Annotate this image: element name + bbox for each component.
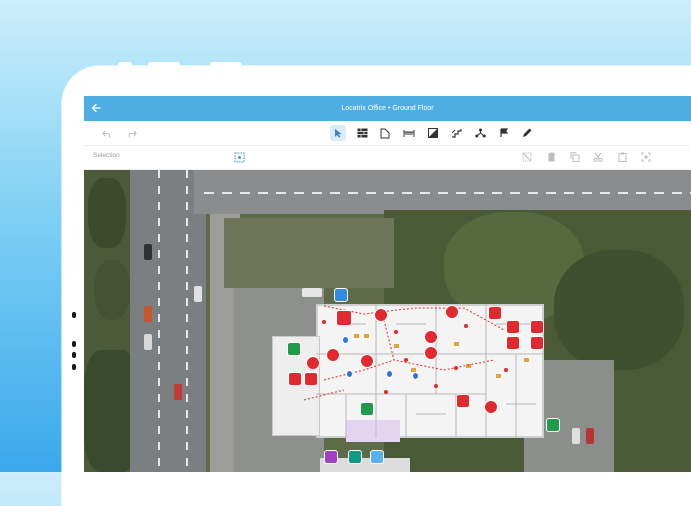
tablet-side-button xyxy=(72,352,76,358)
marker-fire-extinguisher[interactable] xyxy=(374,308,388,322)
map-road xyxy=(130,170,206,472)
route-icon[interactable] xyxy=(472,125,488,141)
marker-fire-extinguisher[interactable] xyxy=(306,356,320,370)
tablet-side-button xyxy=(72,364,76,370)
arrow-left-icon[interactable] xyxy=(91,100,105,116)
marker-fire-alarm[interactable] xyxy=(488,306,502,320)
marker-hose-reel[interactable] xyxy=(530,320,544,334)
map-car xyxy=(174,384,182,400)
app-screen: Locatrix Office • Ground Floor Selection xyxy=(84,96,691,472)
selection-label: Selection xyxy=(93,152,120,159)
floor-plan-map[interactable] xyxy=(84,170,691,472)
route-node xyxy=(322,320,326,324)
deselect-icon[interactable] xyxy=(520,150,534,164)
marker-male-toilet[interactable] xyxy=(370,450,384,464)
map-car xyxy=(586,428,594,444)
map-car xyxy=(144,334,152,350)
map-car xyxy=(194,286,202,302)
tablet-top-button xyxy=(148,62,180,67)
marker-accessible-toilet[interactable] xyxy=(348,450,362,464)
route-node xyxy=(454,366,458,370)
map-slope xyxy=(224,218,394,288)
cut-icon[interactable] xyxy=(591,150,605,164)
marker-sprinkler[interactable] xyxy=(412,372,419,380)
route-node xyxy=(434,384,438,388)
map-car xyxy=(144,244,152,260)
wall-icon[interactable] xyxy=(354,125,370,141)
map-tree xyxy=(88,178,126,248)
route-node xyxy=(504,368,508,372)
area-icon[interactable] xyxy=(425,125,441,141)
selection-bar: Selection xyxy=(84,146,691,170)
marker-exit[interactable] xyxy=(287,342,301,356)
select-area-icon[interactable] xyxy=(232,150,246,164)
marker-female-toilet[interactable] xyxy=(324,450,338,464)
fit-icon[interactable] xyxy=(639,150,653,164)
app-title: Locatrix Office • Ground Floor xyxy=(341,105,434,112)
undo-icon[interactable] xyxy=(99,125,115,141)
route-node xyxy=(384,390,388,394)
pen-icon[interactable] xyxy=(519,125,535,141)
marker-exit[interactable] xyxy=(360,402,374,416)
editor-toolbar xyxy=(84,121,691,146)
room-icon[interactable] xyxy=(377,125,393,141)
marker-hose-reel[interactable] xyxy=(530,336,544,350)
map-lane-marking xyxy=(204,192,691,194)
marker-first-aid-kit[interactable] xyxy=(546,418,560,432)
marker-first-aid[interactable] xyxy=(288,372,302,386)
marker-hydrant[interactable] xyxy=(326,348,340,362)
tablet-top-button xyxy=(118,62,132,67)
marker-fire-alarm[interactable] xyxy=(336,310,352,326)
marker-fire-extinguisher[interactable] xyxy=(360,354,374,368)
map-car xyxy=(144,306,152,322)
copy-icon[interactable] xyxy=(568,150,582,164)
delete-icon[interactable] xyxy=(544,150,558,164)
tablet-side-button xyxy=(72,341,76,347)
map-lane-marking xyxy=(186,170,188,472)
furniture-icon[interactable] xyxy=(401,125,417,141)
map-car xyxy=(302,288,322,297)
map-lane-marking xyxy=(158,170,160,472)
map-tree xyxy=(554,250,684,370)
marker-info[interactable] xyxy=(334,288,348,302)
paste-icon[interactable] xyxy=(615,150,629,164)
tablet-top-button xyxy=(210,62,242,67)
stairs-icon[interactable] xyxy=(448,125,464,141)
redo-icon[interactable] xyxy=(123,125,139,141)
pointer-icon[interactable] xyxy=(330,125,346,141)
marker-hose-reel[interactable] xyxy=(506,320,520,334)
tablet-side-button xyxy=(72,312,76,318)
marker-hose-reel[interactable] xyxy=(506,336,520,350)
marker-sprinkler[interactable] xyxy=(342,336,349,344)
marker-icon[interactable] xyxy=(496,125,512,141)
map-car xyxy=(572,428,580,444)
marker-fire-extinguisher[interactable] xyxy=(424,346,438,360)
marker-fire-alarm[interactable] xyxy=(456,394,470,408)
map-tree xyxy=(94,260,130,320)
marker-first-aid[interactable] xyxy=(304,372,318,386)
marker-fire-extinguisher[interactable] xyxy=(424,330,438,344)
app-bar: Locatrix Office • Ground Floor xyxy=(84,96,691,121)
marker-sprinkler[interactable] xyxy=(346,370,353,378)
route-node xyxy=(404,358,408,362)
route-node xyxy=(394,330,398,334)
marker-sprinkler[interactable] xyxy=(386,370,393,378)
marker-fire-extinguisher[interactable] xyxy=(445,305,459,319)
marker-hydrant[interactable] xyxy=(484,400,498,414)
route-node xyxy=(464,324,468,328)
